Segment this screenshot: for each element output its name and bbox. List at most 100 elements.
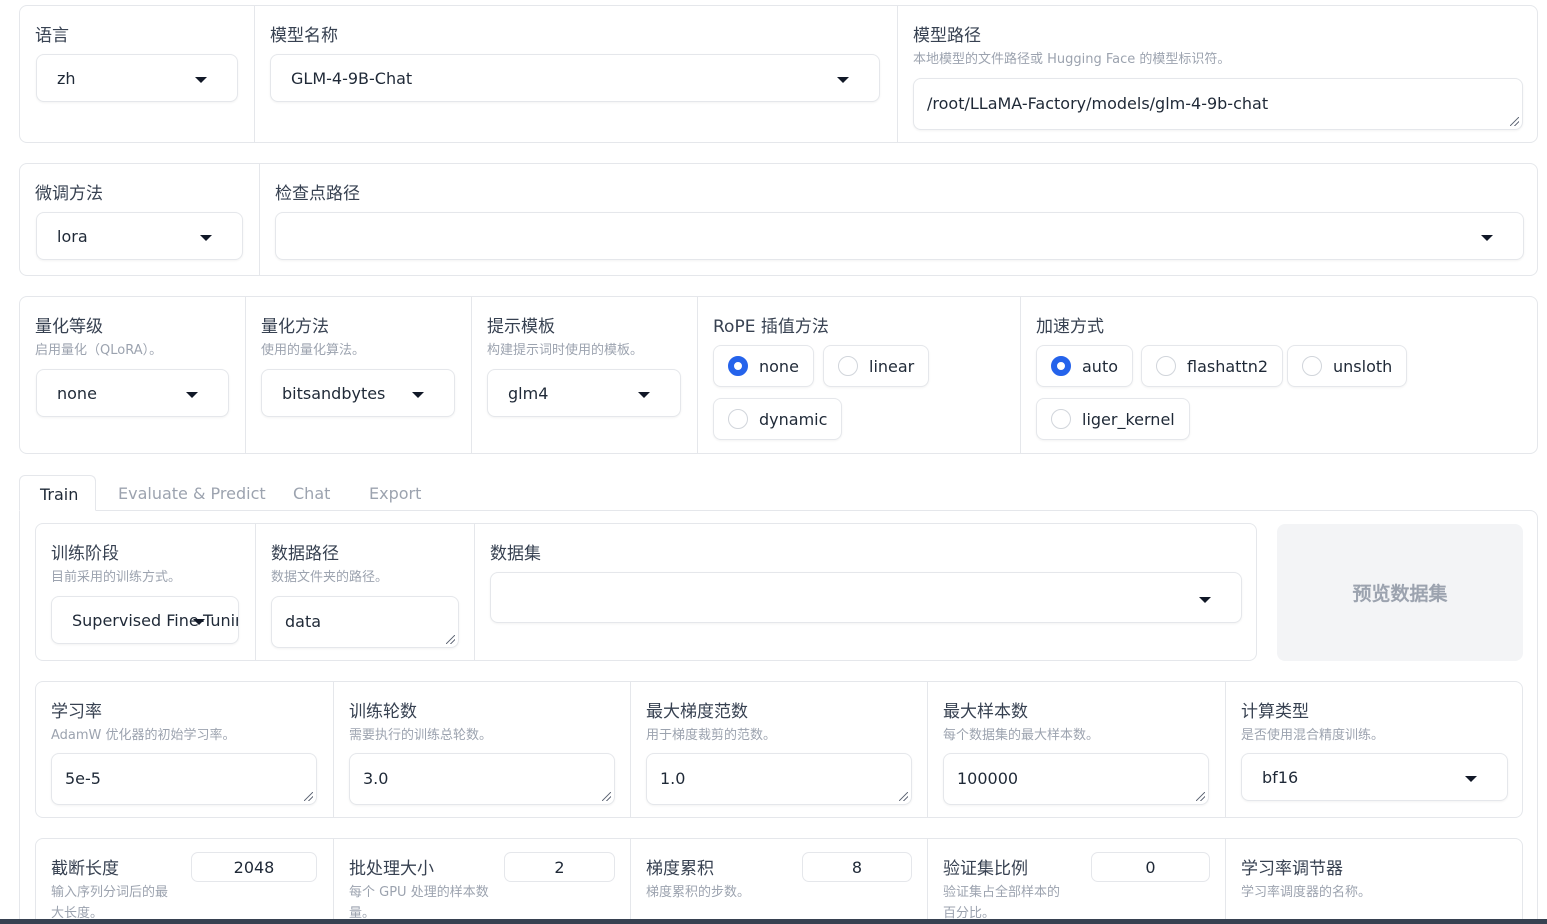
- template-dropdown[interactable]: glm4: [487, 369, 681, 417]
- lang-dropdown[interactable]: zh: [36, 54, 238, 102]
- lr-value: 5e-5: [65, 769, 101, 788]
- chevron-down-icon: [195, 77, 207, 83]
- chevron-down-icon: [1481, 235, 1493, 241]
- booster-option-label: liger_kernel: [1082, 409, 1175, 429]
- template-info: 构建提示词时使用的模板。: [487, 343, 644, 358]
- lr-input[interactable]: 5e-5: [51, 753, 317, 805]
- rope-option-none[interactable]: none: [713, 345, 814, 387]
- lr-scheduler-info: 学习率调度器的名称。: [1241, 885, 1372, 900]
- dataset-dir-input[interactable]: data: [271, 596, 459, 648]
- quant-method-value: bitsandbytes: [282, 384, 386, 403]
- dataset-cell: 数据集: [474, 524, 1256, 660]
- grad-norm-input[interactable]: 1.0: [646, 753, 912, 805]
- finetune-label: 微调方法: [35, 184, 103, 204]
- resize-handle-icon[interactable]: [446, 635, 455, 644]
- epochs-input[interactable]: 3.0: [349, 753, 615, 805]
- model-path-info: 本地模型的文件路径或 Hugging Face 的模型标识符。: [913, 52, 1231, 67]
- chevron-down-icon: [638, 392, 650, 398]
- max-samples-info: 每个数据集的最大样本数。: [943, 728, 1100, 743]
- model-name-cell: 模型名称 GLM-4-9B-Chat: [254, 6, 897, 142]
- epochs-value: 3.0: [363, 769, 389, 788]
- rope-option-label: linear: [869, 356, 915, 376]
- max-samples-input[interactable]: 100000: [943, 753, 1209, 805]
- dataset-dir-cell: 数据路径 数据文件夹的路径。 data: [255, 524, 474, 660]
- tab-chat[interactable]: Chat: [293, 475, 330, 511]
- grad-norm-cell: 最大梯度范数 用于梯度裁剪的范数。 1.0: [630, 682, 927, 817]
- cutoff-number-input[interactable]: 2048: [191, 852, 317, 882]
- max-samples-label: 最大样本数: [943, 702, 1028, 722]
- tab-export[interactable]: Export: [369, 475, 421, 511]
- tab-train[interactable]: Train: [19, 475, 96, 511]
- quant-bit-info: 启用量化（QLoRA）。: [35, 343, 163, 358]
- rope-option-linear[interactable]: linear: [823, 345, 930, 387]
- tab-label: Export: [369, 484, 422, 503]
- compute-type-dropdown[interactable]: bf16: [1241, 753, 1508, 801]
- dataset-dropdown[interactable]: [490, 572, 1242, 623]
- resize-handle-icon[interactable]: [1196, 792, 1205, 801]
- grad-norm-value: 1.0: [660, 769, 686, 788]
- rope-label: RoPE 插值方法: [713, 317, 829, 337]
- lang-label: 语言: [35, 26, 69, 46]
- resize-handle-icon[interactable]: [602, 792, 611, 801]
- stage-info: 目前采用的训练方式。: [51, 570, 182, 585]
- grad-accum-label: 梯度累积: [646, 859, 714, 879]
- preview-dataset-button[interactable]: 预览数据集: [1277, 524, 1523, 661]
- quant-row: 量化等级 启用量化（QLoRA）。 none 量化方法 使用的量化算法。 bit…: [19, 296, 1538, 454]
- resize-handle-icon[interactable]: [899, 792, 908, 801]
- radio-unselected-icon: [1051, 409, 1071, 429]
- rope-cell: RoPE 插值方法 none linear dynamic: [697, 297, 1020, 453]
- booster-option-label: flashattn2: [1187, 356, 1269, 376]
- epochs-cell: 训练轮数 需要执行的训练总轮数。 3.0: [333, 682, 630, 817]
- horizontal-scrollbar[interactable]: [0, 919, 1547, 924]
- booster-option-liger-kernel[interactable]: liger_kernel: [1036, 398, 1190, 440]
- lr-cell: 学习率 AdamW 优化器的初始学习率。 5e-5: [36, 682, 333, 817]
- tab-evaluate-predict[interactable]: Evaluate & Predict: [118, 475, 266, 511]
- checkpoint-label: 检查点路径: [275, 184, 360, 204]
- rope-option-label: dynamic: [759, 409, 828, 429]
- booster-option-unsloth[interactable]: unsloth: [1287, 345, 1408, 387]
- lr-scheduler-label: 学习率调节器: [1241, 859, 1343, 879]
- dataset-dir-value: data: [285, 612, 322, 631]
- dataset-dir-info: 数据文件夹的路径。: [271, 570, 389, 585]
- radio-unselected-icon: [838, 356, 858, 376]
- quant-bit-cell: 量化等级 启用量化（QLoRA）。 none: [20, 297, 245, 453]
- cutoff-info-line1: 输入序列分词后的最: [51, 885, 169, 900]
- grad-accum-info: 梯度累积的步数。: [646, 885, 751, 900]
- model-row: 语言 zh 模型名称 GLM-4-9B-Chat 模型路径 本地模型的文件路径或…: [19, 5, 1538, 143]
- val-size-number-input[interactable]: 0: [1091, 852, 1210, 882]
- quant-method-cell: 量化方法 使用的量化算法。 bitsandbytes: [245, 297, 471, 453]
- model-name-dropdown[interactable]: GLM-4-9B-Chat: [270, 54, 880, 102]
- chevron-down-icon: [1199, 597, 1211, 603]
- grad-accum-number-input[interactable]: 8: [802, 852, 912, 882]
- val-size-cell: 验证集比例 验证集占全部样本的 百分比。 0: [927, 839, 1225, 924]
- finetune-dropdown[interactable]: lora: [36, 212, 243, 260]
- checkpoint-dropdown[interactable]: [275, 212, 1524, 260]
- booster-option-auto[interactable]: auto: [1036, 345, 1134, 387]
- model-path-input[interactable]: /root/LLaMA-Factory/models/glm-4-9b-chat: [913, 78, 1523, 130]
- booster-option-flashattn2[interactable]: flashattn2: [1141, 345, 1284, 387]
- model-path-cell: 模型路径 本地模型的文件路径或 Hugging Face 的模型标识符。 /ro…: [897, 6, 1537, 142]
- grad-norm-info: 用于梯度裁剪的范数。: [646, 728, 777, 743]
- grad-accum-cell: 梯度累积 梯度累积的步数。 8: [630, 839, 927, 924]
- quant-bit-dropdown[interactable]: none: [36, 369, 229, 417]
- tab-label: Train: [40, 485, 79, 504]
- radio-unselected-icon: [1156, 356, 1176, 376]
- quant-method-dropdown[interactable]: bitsandbytes: [261, 369, 455, 417]
- resize-handle-icon[interactable]: [1510, 117, 1519, 126]
- rope-option-dynamic[interactable]: dynamic: [713, 398, 843, 440]
- quant-method-info: 使用的量化算法。: [261, 343, 366, 358]
- dataset-label: 数据集: [490, 544, 541, 564]
- checkpoint-cell: 检查点路径: [259, 164, 1537, 275]
- epochs-info: 需要执行的训练总轮数。: [349, 728, 493, 743]
- dataset-row: 训练阶段 目前采用的训练方式。 Supervised Fine-Tuning 数…: [35, 523, 1257, 661]
- lr-info: AdamW 优化器的初始学习率。: [51, 728, 236, 743]
- stage-dropdown[interactable]: Supervised Fine-Tuning: [51, 596, 239, 644]
- tab-label: Evaluate & Predict: [118, 484, 266, 503]
- resize-handle-icon[interactable]: [304, 792, 313, 801]
- booster-label: 加速方式: [1036, 317, 1104, 337]
- lr-label: 学习率: [51, 702, 102, 722]
- compute-type-value: bf16: [1262, 768, 1299, 787]
- batch-size-number-input[interactable]: 2: [504, 852, 615, 882]
- lang-value: zh: [57, 69, 76, 88]
- finetune-cell: 微调方法 lora: [20, 164, 259, 275]
